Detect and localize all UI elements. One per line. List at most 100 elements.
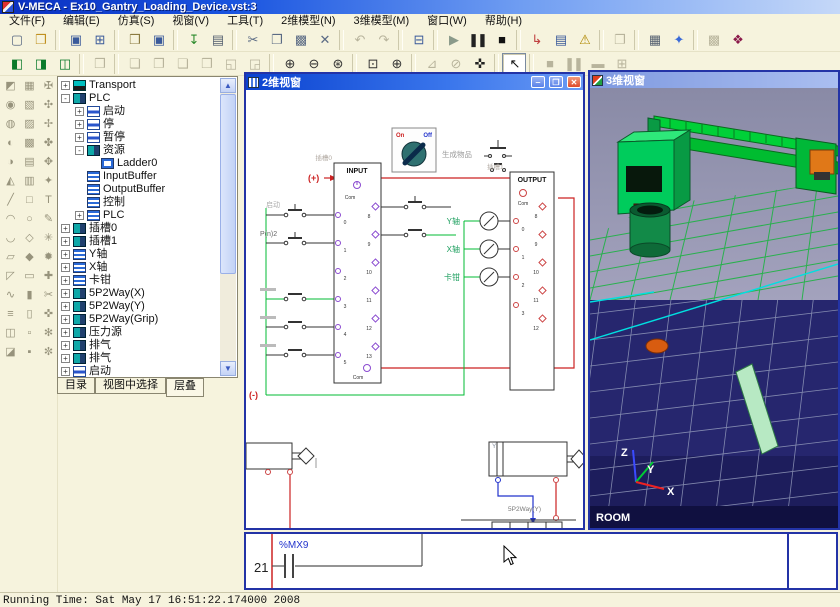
- palette-tool-button[interactable]: ○: [19, 209, 40, 230]
- palette-tool-button[interactable]: ✜: [38, 304, 59, 325]
- tree-expander[interactable]: +: [75, 211, 84, 220]
- palette-tool-button[interactable]: ✠: [38, 76, 59, 97]
- tree-item[interactable]: + 暂停: [59, 131, 220, 144]
- tree-expander[interactable]: +: [61, 237, 70, 246]
- redo-button[interactable]: ↷: [371, 29, 395, 51]
- tree-item[interactable]: + 停: [59, 118, 220, 131]
- view-iso-button[interactable]: ❏: [122, 53, 146, 75]
- palette-tool-button[interactable]: ◇: [19, 228, 40, 249]
- palette-tool-button[interactable]: ✦: [38, 171, 59, 192]
- error-list-button[interactable]: ⚠: [572, 29, 596, 51]
- tree-item[interactable]: + 插槽1: [59, 235, 220, 248]
- tree-expander[interactable]: +: [75, 107, 84, 116]
- delete-button[interactable]: ✕: [312, 29, 336, 51]
- palette-tool-button[interactable]: ▧: [19, 95, 40, 116]
- stamp-button[interactable]: ▩: [701, 29, 725, 51]
- menu-item[interactable]: 编辑(E): [54, 14, 109, 28]
- menu-item[interactable]: 2维模型(N): [272, 14, 344, 28]
- tree-item[interactable]: - 资源: [59, 144, 220, 157]
- tree-item[interactable]: - PLC: [59, 92, 220, 105]
- layout-left-button[interactable]: ◧: [4, 53, 28, 75]
- tree-item[interactable]: + 插槽0: [59, 222, 220, 235]
- print-button[interactable]: ▤: [205, 29, 229, 51]
- tree-item[interactable]: + PLC: [59, 209, 220, 222]
- palette-tool-button[interactable]: ≡: [0, 304, 21, 325]
- connect-button[interactable]: ↳: [524, 29, 548, 51]
- save-all-button[interactable]: ⊞: [87, 29, 111, 51]
- palette-tool-button[interactable]: ▦: [19, 76, 40, 97]
- palette-tool-button[interactable]: □: [19, 190, 40, 211]
- palette-tool-button[interactable]: ◑: [0, 152, 21, 173]
- tree-expander[interactable]: +: [61, 289, 70, 298]
- title-bar[interactable]: V-MECA - Ex10_Gantry_Loading_Device.vst:…: [0, 0, 840, 14]
- view-back-button[interactable]: ◱: [218, 53, 242, 75]
- menu-item[interactable]: 帮助(H): [476, 14, 531, 28]
- tree-item[interactable]: Ladder0: [59, 157, 220, 170]
- tab-catalog[interactable]: 目录: [57, 378, 95, 394]
- palette-tool-button[interactable]: ◭: [0, 171, 21, 192]
- palette-tool-button[interactable]: ▮: [19, 285, 40, 306]
- tree-expander[interactable]: +: [61, 224, 70, 233]
- tree-item[interactable]: + 5P2Way(X): [59, 287, 220, 300]
- menu-item[interactable]: 视窗(V): [163, 14, 218, 28]
- palette-tool-button[interactable]: ✥: [38, 152, 59, 173]
- palette-tool-button[interactable]: ◩: [0, 76, 21, 97]
- tree-expander[interactable]: +: [61, 341, 70, 350]
- layout-right-button[interactable]: ◨: [28, 53, 52, 75]
- scroll-down-button[interactable]: ▼: [220, 361, 236, 376]
- tree-item[interactable]: + 5P2Way(Y): [59, 300, 220, 313]
- tree-expander[interactable]: +: [61, 354, 70, 363]
- palette-tool-button[interactable]: ▪: [19, 342, 40, 363]
- tree-item[interactable]: + 排气: [59, 339, 220, 352]
- view2d-canvas[interactable]: (+) (-): [246, 90, 583, 528]
- palette-tool-button[interactable]: ✻: [38, 323, 59, 344]
- palette-tool-button[interactable]: ◫: [0, 323, 21, 344]
- minimize-button[interactable]: ‒: [531, 76, 545, 88]
- palette-tool-button[interactable]: ✂: [38, 285, 59, 306]
- save-button[interactable]: ▣: [63, 29, 87, 51]
- open-button[interactable]: ❒: [28, 29, 52, 51]
- palette-tool-button[interactable]: ✼: [38, 342, 59, 363]
- view3d-title-bar[interactable]: 3维视窗: [590, 72, 838, 88]
- tab-cascade[interactable]: 层叠: [166, 378, 204, 397]
- scroll-up-button[interactable]: ▲: [220, 78, 236, 93]
- compile-button[interactable]: ⊟: [406, 29, 430, 51]
- restore-button[interactable]: ❐: [549, 76, 563, 88]
- tree-item[interactable]: 控制: [59, 196, 220, 209]
- close-button[interactable]: ✕: [567, 76, 581, 88]
- tree-item[interactable]: + 启动: [59, 105, 220, 118]
- tree-item[interactable]: + 压力源: [59, 326, 220, 339]
- undo-button[interactable]: ↶: [347, 29, 371, 51]
- import-button[interactable]: ❒: [122, 29, 146, 51]
- tree-item[interactable]: InputBuffer: [59, 170, 220, 183]
- help-button[interactable]: ❖: [725, 29, 749, 51]
- tree-item[interactable]: + X轴: [59, 261, 220, 274]
- save-copy-button[interactable]: ▣: [146, 29, 170, 51]
- palette-tool-button[interactable]: ▯: [19, 304, 40, 325]
- view-top-button[interactable]: ❑: [170, 53, 194, 75]
- view-side-button[interactable]: ❒: [194, 53, 218, 75]
- palette-tool-button[interactable]: ✹: [38, 247, 59, 268]
- tree-expander[interactable]: +: [61, 276, 70, 285]
- menu-item[interactable]: 仿真(S): [109, 14, 164, 28]
- tree-expander[interactable]: -: [61, 94, 70, 103]
- palette-tool-button[interactable]: ✣: [38, 95, 59, 116]
- lamp-button[interactable]: ✦: [666, 29, 690, 51]
- stop-button[interactable]: ■: [489, 29, 513, 51]
- tab-select-in-view[interactable]: 视图中选择: [95, 378, 166, 394]
- palette-tool-button[interactable]: ✎: [38, 209, 59, 230]
- menu-item[interactable]: 窗口(W): [418, 14, 476, 28]
- palette-tool-button[interactable]: ✳: [38, 228, 59, 249]
- layout-split-button[interactable]: ◫: [52, 53, 76, 75]
- palette-tool-button[interactable]: ◍: [0, 114, 21, 135]
- palette-tool-button[interactable]: ◆: [19, 247, 40, 268]
- palette-tool-button[interactable]: ▨: [19, 114, 40, 135]
- tree-item[interactable]: + 启动: [59, 365, 220, 377]
- menu-item[interactable]: 文件(F): [0, 14, 54, 28]
- palette-tool-button[interactable]: ∿: [0, 285, 21, 306]
- palette-tool-button[interactable]: ▭: [19, 266, 40, 287]
- tree-expander[interactable]: +: [61, 81, 70, 90]
- palette-tool-button[interactable]: ✚: [38, 266, 59, 287]
- tree-expander[interactable]: +: [75, 120, 84, 129]
- palette-tool-button[interactable]: ◠: [0, 209, 21, 230]
